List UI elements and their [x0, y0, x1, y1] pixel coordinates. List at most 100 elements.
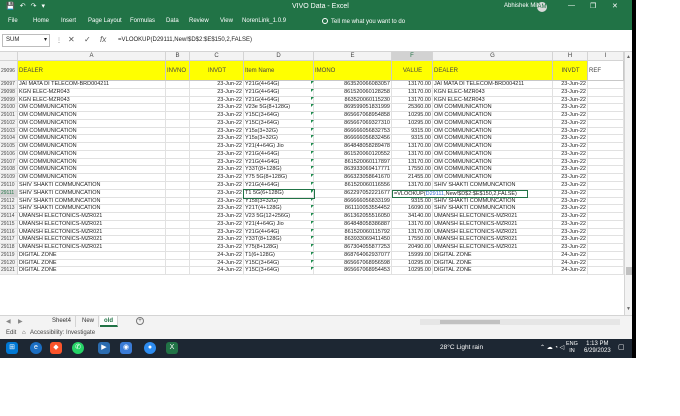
row-header[interactable]: 29118 — [0, 244, 18, 252]
cell-d[interactable]: Y21(4+64G) Jio — [244, 143, 314, 151]
cell-c[interactable]: 23-Jun-22 — [190, 150, 244, 159]
cell-h[interactable]: 23-Jun-22 — [553, 220, 588, 229]
cell-c[interactable]: 23-Jun-22 — [190, 182, 244, 190]
cell-g[interactable]: KGN ELEC-MZR043 — [433, 96, 553, 105]
chevron-down-icon[interactable]: ▾ — [44, 36, 47, 43]
cell-g[interactable]: UMANSH ELECTONICS-MZR021 — [433, 228, 553, 237]
close-button[interactable]: ✕ — [612, 2, 618, 10]
cell-d[interactable]: Y21G(4+64G) — [244, 88, 314, 97]
column-header-a[interactable]: A — [18, 52, 166, 61]
cell-a[interactable]: UMANSH ELECTONICS-MZR021 — [18, 220, 166, 229]
tab-formulas[interactable]: Formulas — [130, 18, 155, 24]
excel-taskbar-icon[interactable]: X — [166, 342, 178, 354]
cell-a[interactable]: OM COMMUNICATION — [18, 112, 166, 120]
column-header-c[interactable]: C — [190, 52, 244, 61]
cell-i[interactable] — [588, 236, 624, 245]
cell-e[interactable]: 865667069327310 — [314, 119, 392, 128]
column-header-f[interactable]: F — [392, 52, 433, 61]
scroll-up-icon[interactable]: ▲ — [626, 54, 631, 60]
formula-input[interactable]: =VLOOKUP(D29111,New!$D$2:$E$150,2,FALSE) — [118, 37, 252, 43]
cell-e[interactable]: 861110053554452 — [314, 205, 392, 214]
row-header[interactable]: 29116 — [0, 228, 18, 237]
cell-h[interactable]: 23-Jun-22 — [553, 182, 588, 190]
cell-g[interactable]: OM COMMUNICATION — [433, 150, 553, 159]
row-header[interactable]: 29107 — [0, 158, 18, 167]
cell-h[interactable]: 23-Jun-22 — [553, 158, 588, 167]
header-cell-f[interactable]: VALUE — [392, 61, 433, 81]
customize-qat-icon[interactable]: ▾ — [41, 2, 45, 10]
sheet-tab-sheet4[interactable]: Sheet4 — [48, 316, 77, 327]
clock[interactable]: 1:13 PM 6/29/2023 — [584, 341, 611, 355]
cell-c[interactable]: 23-Jun-22 — [190, 143, 244, 151]
cell-a[interactable]: SHIV SHAKTI COMMUNCATION — [18, 205, 166, 214]
cell-e[interactable]: 861520060115792 — [314, 228, 392, 237]
cell-i[interactable] — [588, 174, 624, 182]
cell-i[interactable] — [588, 127, 624, 136]
cell-b[interactable] — [166, 143, 190, 151]
cell-h[interactable]: 23-Jun-22 — [553, 213, 588, 221]
cell-c[interactable]: 23-Jun-22 — [190, 158, 244, 167]
cell-f[interactable]: 21455.00 — [392, 174, 433, 182]
cell-b[interactable] — [166, 197, 190, 206]
cell-h[interactable]: 23-Jun-22 — [553, 205, 588, 214]
tell-me-box[interactable]: Tell me what you want to do — [322, 18, 405, 25]
cell-g[interactable]: UMANSH ELECTONICS-MZR021 — [433, 244, 553, 252]
vertical-scrollbar[interactable]: ▲ ▼ — [624, 52, 632, 315]
cell-f[interactable]: 13170.00 — [392, 143, 433, 151]
cell-h[interactable]: 23-Jun-22 — [553, 189, 588, 198]
cell-e[interactable]: 865667068954858 — [314, 112, 392, 120]
cell-g[interactable]: UMANSH ELECTONICS-MZR021 — [433, 213, 553, 221]
cell-b[interactable] — [166, 213, 190, 221]
cell-i[interactable] — [588, 81, 624, 89]
cell-h[interactable]: 23-Jun-22 — [553, 244, 588, 252]
tab-file[interactable]: File — [8, 18, 18, 24]
row-header[interactable]: 29120 — [0, 259, 18, 268]
cell-e[interactable]: 867304055877253 — [314, 244, 392, 252]
language-indicator[interactable]: ENG IN — [566, 341, 578, 355]
cell-e[interactable]: 862297052221677 — [314, 189, 392, 198]
cell-h[interactable]: 23-Jun-22 — [553, 166, 588, 175]
row-header[interactable]: 29119 — [0, 251, 18, 260]
cell-f[interactable]: 17550.00 — [392, 236, 433, 245]
cell-a[interactable]: OM COMMUNICATION — [18, 174, 166, 182]
cell-e[interactable]: 866666056832456 — [314, 135, 392, 144]
cell-f[interactable]: 13170.00 — [392, 182, 433, 190]
cell-g[interactable]: UMANSH ELECTONICS-MZR021 — [433, 220, 553, 229]
cell-i[interactable] — [588, 143, 624, 151]
cell-f[interactable]: 15999.00 — [392, 251, 433, 260]
cell-h[interactable]: 23-Jun-22 — [553, 96, 588, 105]
cell-c[interactable]: 23-Jun-22 — [190, 112, 244, 120]
cell-f[interactable]: 16090.00 — [392, 205, 433, 214]
cell-h[interactable]: 24-Jun-22 — [553, 259, 588, 268]
header-cell-d[interactable]: Item Name — [244, 61, 314, 81]
undo-icon[interactable]: ↶ — [20, 2, 26, 10]
cell-f[interactable]: 9315.00 — [392, 127, 433, 136]
cell-f[interactable]: 13170.00 — [392, 220, 433, 229]
cell-h[interactable]: 23-Jun-22 — [553, 127, 588, 136]
cell-f[interactable]: 9315.00 — [392, 135, 433, 144]
tab-insert[interactable]: Insert — [61, 18, 76, 24]
row-header[interactable]: 29110 — [0, 182, 18, 190]
enter-icon[interactable]: ✓ — [84, 35, 91, 44]
row-header[interactable]: 29102 — [0, 119, 18, 128]
row-header[interactable]: 29111 — [0, 189, 18, 198]
cell-a[interactable]: DIGITAL ZONE — [18, 251, 166, 260]
cell-i[interactable] — [588, 267, 624, 276]
cell-b[interactable] — [166, 150, 190, 159]
row-header[interactable]: 29113 — [0, 205, 18, 214]
cell-b[interactable] — [166, 267, 190, 276]
cell-g[interactable]: DIGITAL ZONE — [433, 267, 553, 276]
column-header-d[interactable]: D — [244, 52, 314, 61]
cell-g[interactable]: OM COMMUNICATION — [433, 112, 553, 120]
cell-g[interactable]: DIGITAL ZONE — [433, 259, 553, 268]
weather-status[interactable]: 28°C Light rain — [440, 344, 483, 351]
row-header[interactable]: 29112 — [0, 197, 18, 206]
header-cell-g[interactable]: DEALER — [433, 61, 553, 81]
cell-b[interactable] — [166, 205, 190, 214]
cell-b[interactable] — [166, 158, 190, 167]
cell-d[interactable]: Y15C(3+64G) — [244, 259, 314, 268]
tab-norenlink[interactable]: NorenLink_1.0.9 — [242, 18, 286, 24]
cell-i[interactable] — [588, 119, 624, 128]
cell-d[interactable]: Y15C(3+64G) — [244, 112, 314, 120]
cell-i[interactable] — [588, 197, 624, 206]
